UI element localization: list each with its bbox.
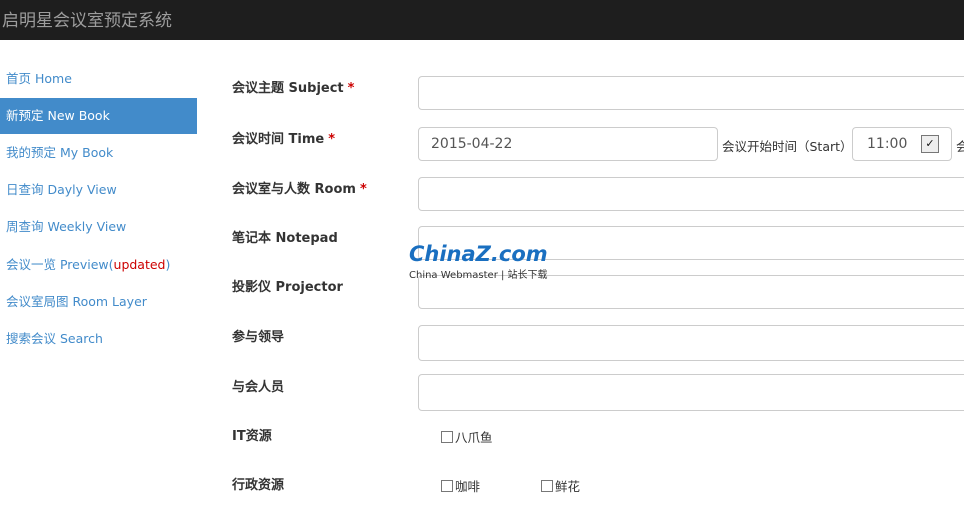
sidebar-item-preview[interactable]: 会议一览 Preview(updated) (0, 247, 197, 283)
admin-resources-label: 行政资源 (232, 478, 285, 493)
coffee-checkbox[interactable]: 咖啡 (441, 476, 480, 495)
preview-suffix: ) (165, 257, 171, 272)
notepad-label: 笔记本 Notepad (232, 231, 338, 246)
end-time-label: 会 (956, 139, 964, 154)
flowers-checkbox[interactable]: 鲜花 (541, 476, 580, 495)
room-input[interactable] (418, 177, 964, 211)
watermark-logo: ChinaZ.com China Webmaster | 站长下载 (409, 242, 548, 281)
date-input[interactable]: 2015-04-22 (418, 127, 718, 161)
leaders-label: 参与领导 (232, 330, 285, 345)
top-bar: 启明星会议室预定系统 (0, 0, 964, 40)
chevron-down-icon: ✓ (921, 135, 939, 153)
sidebar-item-my-book[interactable]: 我的预定 My Book (0, 135, 197, 171)
updated-badge: updated (113, 257, 166, 272)
sidebar-item-room-layer[interactable]: 会议室局图 Room Layer (0, 284, 197, 320)
it-octopus-checkbox[interactable]: 八爪鱼 (441, 427, 493, 446)
sidebar-item-home[interactable]: 首页 Home (0, 61, 197, 97)
watermark-logo-text: ChinaZ.com (409, 242, 548, 266)
attendees-label: 与会人员 (232, 380, 285, 395)
leaders-input[interactable] (418, 325, 964, 361)
attendees-input[interactable] (418, 374, 964, 411)
subject-label: 会议主题 Subject * (232, 81, 355, 96)
sidebar-item-daily-view[interactable]: 日查询 Dayly View (0, 172, 197, 208)
preview-label: 会议一览 Preview( (6, 257, 114, 272)
sidebar-item-search[interactable]: 搜索会议 Search (0, 321, 197, 357)
start-time-select[interactable]: 11:00 ✓ (852, 127, 952, 161)
start-time-label: 会议开始时间（Start） (722, 139, 853, 154)
projector-label: 投影仪 Projector (232, 280, 343, 295)
sidebar-item-new-book[interactable]: 新预定 New Book (0, 98, 197, 134)
sidebar-item-weekly-view[interactable]: 周查询 Weekly View (0, 209, 197, 245)
time-label: 会议时间 Time * (232, 132, 336, 147)
watermark-tagline: China Webmaster | 站长下载 (409, 270, 548, 281)
subject-input[interactable] (418, 76, 964, 110)
room-label: 会议室与人数 Room * (232, 182, 367, 197)
app-title: 启明星会议室预定系统 (2, 11, 172, 31)
it-resources-label: IT资源 (232, 429, 272, 444)
